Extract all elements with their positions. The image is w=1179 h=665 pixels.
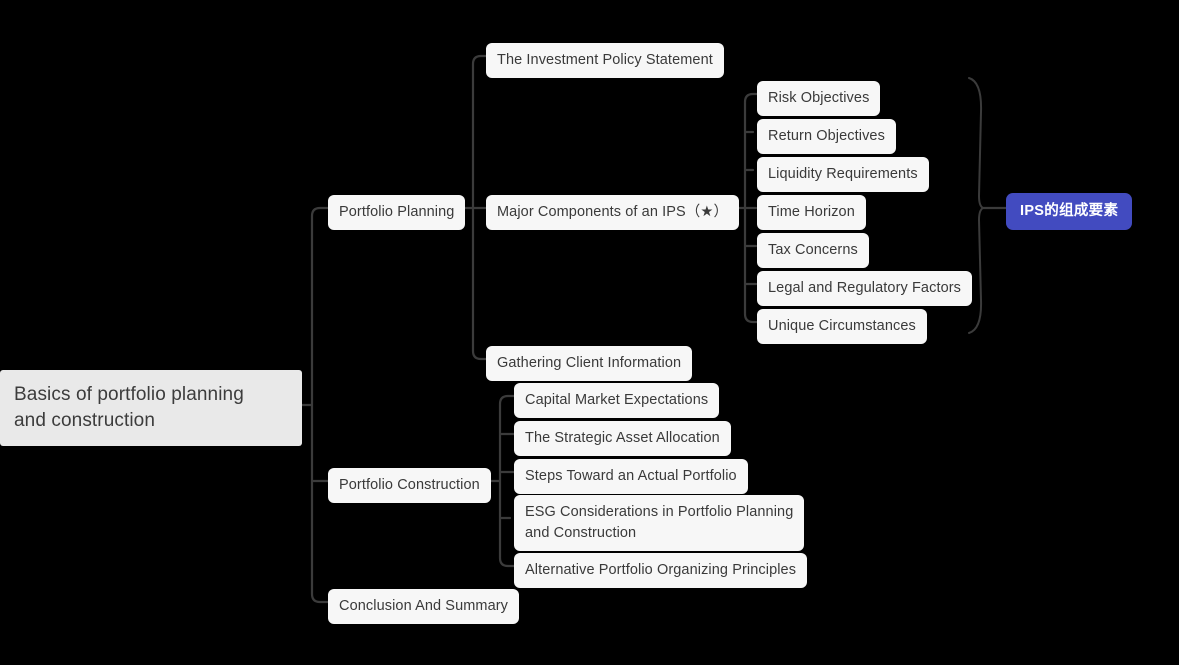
node-gathering-client-information[interactable]: Gathering Client Information <box>486 346 693 381</box>
summary-badge-ips-components[interactable]: IPS的组成要素 <box>1006 193 1133 230</box>
edge-pc-cap-top <box>498 394 516 406</box>
branch-node-portfolio-construction[interactable]: Portfolio Construction <box>328 468 491 503</box>
node-legal-and-regulatory-factors[interactable]: Legal and Regulatory Factors <box>757 271 973 306</box>
node-capital-market-expectations[interactable]: Capital Market Expectations <box>514 383 720 418</box>
root-node[interactable]: Basics of portfolio planning and constru… <box>0 370 302 446</box>
edge-root-trunk-cap-bottom <box>310 592 330 604</box>
node-liquidity-requirements[interactable]: Liquidity Requirements <box>757 157 929 192</box>
node-alternative-portfolio-organizing-principles[interactable]: Alternative Portfolio Organizing Princip… <box>514 553 808 588</box>
node-steps-toward-an-actual-portfolio[interactable]: Steps Toward an Actual Portfolio <box>514 459 748 494</box>
branch-node-portfolio-planning[interactable]: Portfolio Planning <box>328 195 466 230</box>
node-return-objectives[interactable]: Return Objectives <box>757 119 896 154</box>
edge-root-trunk-cap-top <box>310 206 330 218</box>
mindmap-canvas: Basics of portfolio planning and constru… <box>0 0 1179 665</box>
node-time-horizon[interactable]: Time Horizon <box>757 195 866 230</box>
node-unique-circumstances[interactable]: Unique Circumstances <box>757 309 927 344</box>
node-esg-considerations[interactable]: ESG Considerations in Portfolio Planning… <box>514 495 805 551</box>
edge-pc-cap-bottom <box>498 556 516 568</box>
node-the-strategic-asset-allocation[interactable]: The Strategic Asset Allocation <box>514 421 731 456</box>
node-the-investment-policy-statement[interactable]: The Investment Policy Statement <box>486 43 724 78</box>
branch-node-conclusion-and-summary[interactable]: Conclusion And Summary <box>328 589 520 624</box>
node-major-components-of-an-ips[interactable]: Major Components of an IPS（★） <box>486 195 740 230</box>
node-risk-objectives[interactable]: Risk Objectives <box>757 81 881 116</box>
node-tax-concerns[interactable]: Tax Concerns <box>757 233 869 268</box>
